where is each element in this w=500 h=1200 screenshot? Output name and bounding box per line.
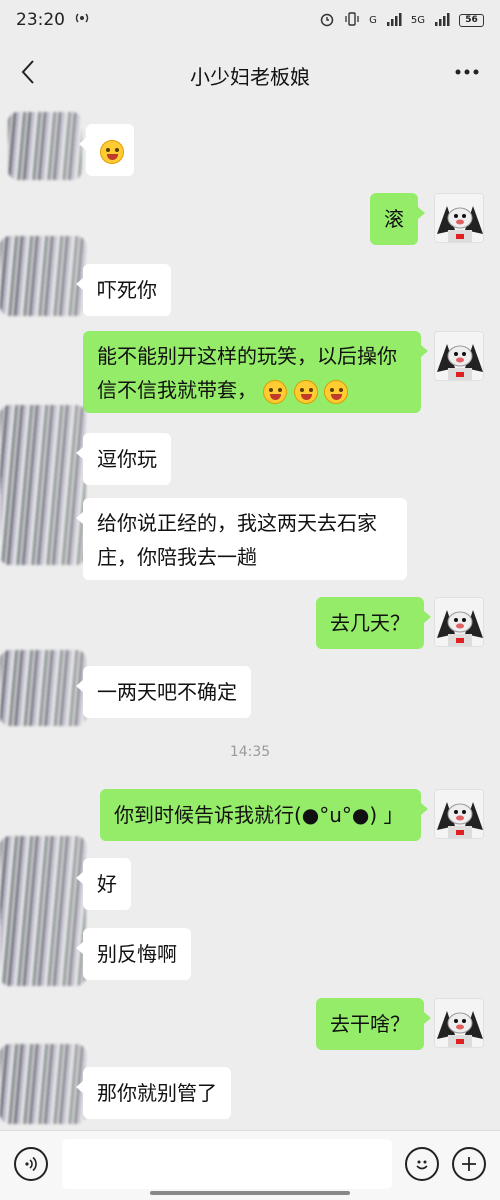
puppy-avatar-icon — [435, 194, 483, 242]
contact-avatar[interactable] — [0, 1044, 86, 1124]
puppy-avatar-icon — [435, 999, 483, 1047]
message-text: 给你说正经的，我这两天去石家庄，你陪我去一趟 — [97, 511, 377, 569]
network-label-1: G — [369, 14, 377, 26]
chat-title: 小少妇老板娘 — [190, 64, 310, 89]
message-bubble-in[interactable]: 逗你玩 — [76, 433, 171, 485]
smiley-icon — [416, 1160, 428, 1170]
plus-icon — [462, 1157, 476, 1171]
alarm-icon — [319, 11, 335, 30]
emoji-button[interactable] — [405, 1147, 439, 1181]
message-bubble-out[interactable]: 去干啥？ — [316, 998, 431, 1050]
message-bubble-in[interactable]: 吓死你 — [76, 264, 171, 316]
chat-header: 小少妇老板娘 — [0, 40, 500, 110]
my-avatar[interactable] — [434, 331, 484, 381]
message-text: 一两天吧不确定 — [97, 680, 237, 704]
message-bubble-in[interactable]: 给你说正经的，我这两天去石家庄，你陪我去一趟 — [76, 498, 407, 580]
more-functions-button[interactable] — [452, 1147, 486, 1181]
message-text: 那你就别管了 — [97, 1081, 217, 1105]
message-bubble-in[interactable]: 别反悔啊 — [76, 928, 191, 980]
message-text: 滚 — [384, 207, 404, 231]
message-timestamp: 14:35 — [229, 744, 271, 760]
network-label-2: 5G — [410, 14, 425, 26]
back-button[interactable] — [12, 56, 44, 88]
message-bubble-in[interactable]: 一两天吧不确定 — [76, 666, 251, 718]
status-time: 23:20 — [16, 10, 65, 30]
message-text: 去干啥？ — [330, 1012, 410, 1036]
message-bubble-out[interactable]: 滚 — [370, 193, 425, 245]
my-avatar[interactable] — [434, 789, 484, 839]
laughing-face-emoji-icon — [263, 379, 288, 404]
message-text: 逗你玩 — [97, 447, 157, 471]
my-avatar[interactable] — [434, 193, 484, 243]
message-text: 好 — [97, 872, 117, 896]
chat-input-bar — [0, 1130, 500, 1200]
message-text: 你到时候告诉我就行(●°u°●) 」 — [114, 803, 404, 827]
message-bubble-in[interactable]: 那你就别管了 — [76, 1067, 231, 1119]
message-bubble-out[interactable]: 去几天？ — [316, 597, 431, 649]
message-text: 能不能别开这样的玩笑，以后操你信不信我就带套， — [97, 344, 397, 402]
contact-avatar[interactable] — [0, 405, 86, 565]
signal-icon-2 — [434, 12, 450, 29]
message-bubble-in[interactable] — [79, 124, 134, 176]
signal-icon — [386, 12, 402, 29]
message-bubble-out[interactable]: 你到时候告诉我就行(●°u°●) 」 — [100, 789, 428, 841]
laughing-face-emoji-icon — [324, 379, 349, 404]
home-indicator[interactable] — [150, 1191, 350, 1195]
laughing-face-emoji-icon — [293, 379, 318, 404]
contact-avatar[interactable] — [0, 836, 86, 986]
message-text: 吓死你 — [97, 278, 157, 302]
puppy-avatar-icon — [435, 598, 483, 646]
more-dots-icon — [455, 69, 479, 75]
voice-input-button[interactable] — [14, 1147, 48, 1181]
status-bar: 23:20 G 5G 56 — [0, 0, 500, 40]
more-options-button[interactable] — [452, 60, 482, 84]
message-text: 别反悔啊 — [97, 942, 177, 966]
vibrate-icon — [344, 11, 360, 30]
message-input[interactable] — [62, 1139, 392, 1189]
contact-avatar[interactable] — [0, 236, 86, 316]
battery-indicator: 56 — [459, 13, 484, 27]
my-avatar[interactable] — [434, 998, 484, 1048]
voice-wave-icon — [25, 1156, 37, 1172]
chevron-left-icon — [21, 60, 34, 84]
message-bubble-in[interactable]: 好 — [76, 858, 131, 910]
my-avatar[interactable] — [434, 597, 484, 647]
contact-avatar[interactable] — [8, 112, 82, 180]
puppy-avatar-icon — [435, 332, 483, 380]
hotspot-icon — [75, 10, 89, 30]
message-text: 去几天？ — [330, 611, 410, 635]
message-bubble-out[interactable]: 能不能别开这样的玩笑，以后操你信不信我就带套， — [83, 331, 428, 413]
contact-avatar[interactable] — [0, 650, 86, 726]
puppy-avatar-icon — [435, 790, 483, 838]
thinking-face-emoji-icon — [100, 139, 124, 164]
